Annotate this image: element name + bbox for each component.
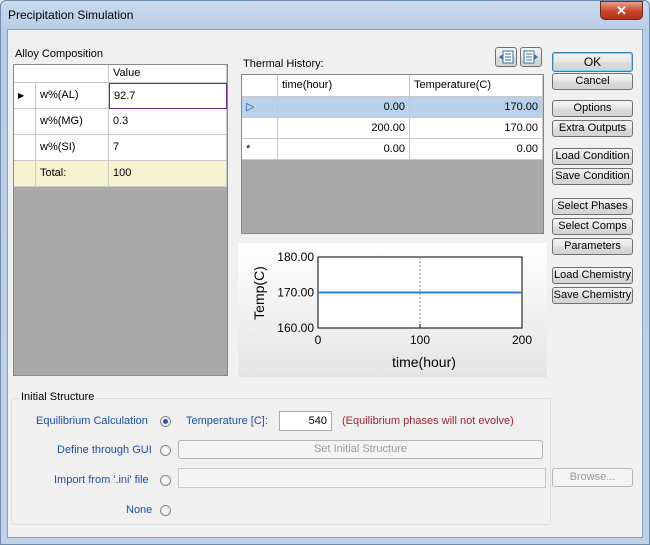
- close-icon: ✕: [616, 3, 627, 18]
- new-row-selector[interactable]: *: [242, 139, 278, 160]
- total-label: Total:: [36, 161, 109, 187]
- none-radio[interactable]: [160, 505, 171, 516]
- load-chemistry-button[interactable]: Load Chemistry: [552, 267, 633, 284]
- grid-corner-header: [242, 75, 278, 97]
- current-row-icon: ▷: [246, 101, 255, 113]
- row-selector[interactable]: [242, 118, 278, 139]
- total-value: 100: [109, 161, 227, 187]
- parameters-button[interactable]: Parameters: [552, 238, 633, 255]
- initial-structure-label: Initial Structure: [19, 391, 97, 403]
- temperature-input[interactable]: 540: [279, 411, 332, 431]
- temperature-cell[interactable]: 170.00: [410, 97, 543, 118]
- title-bar[interactable]: Precipitation Simulation ✕: [0, 0, 650, 30]
- value-column-header[interactable]: Value: [109, 65, 227, 83]
- load-condition-button[interactable]: Load Condition: [552, 148, 633, 165]
- ok-button[interactable]: OK: [552, 52, 633, 72]
- extra-outputs-button[interactable]: Extra Outputs: [552, 120, 633, 137]
- export-table-icon: [523, 50, 538, 64]
- thermal-history-label: Thermal History:: [243, 58, 324, 70]
- import-table-button[interactable]: [495, 47, 517, 67]
- row-selector[interactable]: [14, 135, 36, 161]
- equilibrium-calculation-radio[interactable]: [160, 416, 171, 427]
- cancel-button[interactable]: Cancel: [552, 73, 633, 90]
- chart-canvas: 0 100 200 180.00 170.00 160.00 time(hour) Tem…: [251, 250, 532, 370]
- options-button[interactable]: Options: [552, 100, 633, 117]
- define-through-gui-radio[interactable]: [160, 445, 171, 456]
- thermal-history-grid: time(hour) Temperature(C) ▷ 0.00 170.00 …: [241, 74, 544, 234]
- y-axis-label: Temp(C): [251, 266, 267, 320]
- current-row-arrow-icon: ▶: [18, 91, 25, 100]
- temperature-column-header[interactable]: Temperature(C): [410, 75, 543, 97]
- value-cell[interactable]: 0.3: [109, 109, 227, 135]
- value-cell[interactable]: 7: [109, 135, 227, 161]
- time-cell-new[interactable]: 0.00: [278, 139, 410, 160]
- temperature-label: Temperature [C]:: [186, 415, 268, 427]
- element-name-cell: w%(SI): [36, 135, 109, 161]
- save-condition-button[interactable]: Save Condition: [552, 168, 633, 185]
- close-button[interactable]: ✕: [600, 1, 643, 20]
- element-name-cell: w%(MG): [36, 109, 109, 135]
- x-tick-label: 100: [410, 333, 430, 347]
- import-table-icon: [499, 50, 514, 64]
- time-column-header[interactable]: time(hour): [278, 75, 410, 97]
- row-selector[interactable]: [14, 109, 36, 135]
- x-tick-label: 0: [315, 333, 322, 347]
- alloy-composition-grid: Value ▶ w%(AL) 92.7 w%(MG) 0.3 w%(SI) 7 …: [13, 64, 228, 376]
- export-table-button[interactable]: [520, 47, 542, 67]
- total-row-selector: [14, 161, 36, 187]
- time-cell[interactable]: 0.00: [278, 97, 410, 118]
- alloy-composition-label: Alloy Composition: [15, 48, 104, 60]
- import-ini-file-label: Import from '.ini' file: [54, 474, 149, 486]
- ini-file-path-input[interactable]: [178, 468, 546, 488]
- equilibrium-calculation-label: Equilibrium Calculation: [36, 415, 148, 427]
- x-tick-label: 200: [512, 333, 532, 347]
- row-selector-current[interactable]: ▶: [14, 83, 36, 109]
- equilibrium-note: (Equilibrium phases will not evolve): [342, 415, 514, 427]
- temperature-chart: 0 100 200 180.00 170.00 160.00 time(hour) Tem…: [238, 243, 547, 377]
- browse-button[interactable]: Browse...: [552, 468, 633, 487]
- import-ini-file-radio[interactable]: [160, 475, 171, 486]
- temperature-cell[interactable]: 170.00: [410, 118, 543, 139]
- row-selector-current[interactable]: ▷: [242, 97, 278, 118]
- define-through-gui-label: Define through GUI: [57, 444, 152, 456]
- y-tick-label: 160.00: [277, 321, 314, 335]
- x-axis-label: time(hour): [392, 354, 456, 370]
- y-tick-label: 170.00: [277, 286, 314, 300]
- none-label: None: [126, 504, 153, 516]
- select-comps-button[interactable]: Select Comps: [552, 218, 633, 235]
- element-name-cell: w%(AL): [36, 83, 109, 109]
- select-phases-button[interactable]: Select Phases: [552, 198, 633, 215]
- temperature-cell-new[interactable]: 0.00: [410, 139, 543, 160]
- time-cell[interactable]: 200.00: [278, 118, 410, 139]
- set-initial-structure-button[interactable]: Set Initial Structure: [178, 440, 543, 459]
- window-title: Precipitation Simulation: [8, 8, 134, 22]
- value-cell-editing[interactable]: 92.7: [109, 83, 227, 109]
- grid-corner-header: [14, 65, 109, 83]
- y-tick-label: 180.00: [277, 250, 314, 264]
- save-chemistry-button[interactable]: Save Chemistry: [552, 287, 633, 304]
- new-row-asterisk-icon: *: [246, 143, 251, 155]
